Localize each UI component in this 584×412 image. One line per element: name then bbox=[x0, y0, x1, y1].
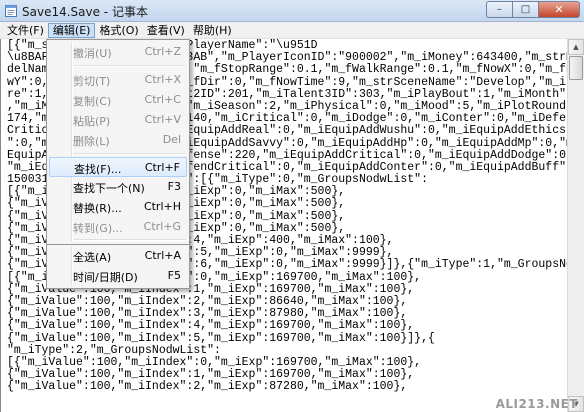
menu-item-label: 撤消(U) bbox=[73, 47, 112, 60]
text-line: {"m_iValue":100,"m_iIndex":4,"m_iExp":16… bbox=[7, 319, 415, 333]
menu-item-shortcut: Ctrl+V bbox=[144, 113, 181, 126]
site-watermark: ALI213.NET bbox=[495, 397, 578, 411]
text-line: {"m_iValue":100,"m_iIndex":5,"m_iExp":16… bbox=[7, 331, 435, 345]
menu-item-shortcut: Ctrl+Z bbox=[144, 45, 181, 58]
edit-menu-dropdown-lower: 全选(A) Ctrl+A 时间/日期(D) F5 bbox=[46, 245, 190, 289]
menu-item-shortcut: F5 bbox=[167, 269, 181, 282]
minimize-button[interactable]: – bbox=[486, 1, 512, 18]
menu-item-label: 查找下一个(N) bbox=[73, 182, 145, 195]
menu-item-label: 替换(R)... bbox=[73, 202, 122, 215]
maximize-icon: □ bbox=[520, 4, 531, 15]
menu-item-delete[interactable]: 删除(L) Del bbox=[49, 130, 187, 150]
edit-menu-dropdown: 撤消(U) Ctrl+Z 剪切(T) Ctrl+X 复制(C) Ctrl+C 粘… bbox=[46, 39, 190, 245]
menu-item-label: 剪切(T) bbox=[73, 75, 111, 88]
menu-item-find[interactable]: 查找(F)... Ctrl+F bbox=[49, 157, 187, 177]
notepad-icon bbox=[5, 5, 17, 17]
menu-item-shortcut: Ctrl+H bbox=[143, 200, 181, 213]
title-bar[interactable]: Save14.Save - 记事本 – □ ✕ bbox=[0, 0, 584, 22]
menu-item-shortcut: Ctrl+X bbox=[144, 73, 181, 86]
menu-item-shortcut: Ctrl+F bbox=[144, 161, 180, 174]
menu-item-label: 全选(A) bbox=[73, 251, 112, 264]
menu-item-label: 粘贴(P) bbox=[73, 115, 111, 128]
menu-item-copy[interactable]: 复制(C) Ctrl+C bbox=[49, 90, 187, 110]
menu-item-paste[interactable]: 粘贴(P) Ctrl+V bbox=[49, 110, 187, 130]
menu-item-label: 时间/日期(D) bbox=[73, 271, 138, 284]
menu-item-find-next[interactable]: 查找下一个(N) F3 bbox=[49, 177, 187, 197]
menu-format[interactable]: 格式(O) bbox=[95, 23, 142, 38]
menu-item-shortcut: Del bbox=[162, 133, 181, 146]
menu-item-label: 转到(G)... bbox=[73, 222, 123, 235]
menu-item-cut[interactable]: 剪切(T) Ctrl+X bbox=[49, 70, 187, 90]
menu-item-time-date[interactable]: 时间/日期(D) F5 bbox=[49, 266, 187, 286]
minimize-icon: – bbox=[497, 4, 502, 15]
menu-item-label: 删除(L) bbox=[73, 135, 110, 148]
menu-view[interactable]: 查看(V) bbox=[143, 23, 189, 38]
menu-separator bbox=[74, 65, 186, 67]
menu-edit[interactable]: 编辑(E) bbox=[47, 22, 96, 38]
vertical-scrollbar[interactable]: ▲ ▼ bbox=[567, 39, 584, 412]
scroll-thumb[interactable] bbox=[569, 56, 583, 80]
menu-bar: 文件(F) 编辑(E) 格式(O) 查看(V) 帮助(H) bbox=[0, 22, 584, 39]
menu-item-shortcut: Ctrl+C bbox=[144, 93, 181, 106]
menu-file[interactable]: 文件(F) bbox=[3, 23, 48, 38]
close-icon: ✕ bbox=[554, 3, 564, 16]
close-button[interactable]: ✕ bbox=[538, 1, 580, 18]
menu-item-label: 复制(C) bbox=[73, 95, 112, 108]
scroll-up-button[interactable]: ▲ bbox=[568, 39, 584, 55]
menu-item-shortcut: Ctrl+G bbox=[143, 220, 181, 233]
window-controls: – □ ✕ bbox=[486, 1, 580, 19]
menu-item-goto[interactable]: 转到(G)... Ctrl+G bbox=[49, 217, 187, 237]
menu-item-shortcut: F3 bbox=[167, 180, 181, 193]
scroll-up-icon: ▲ bbox=[573, 43, 579, 51]
menu-help[interactable]: 帮助(H) bbox=[189, 23, 236, 38]
menu-separator bbox=[74, 153, 186, 155]
text-line: {"m_iValue":100,"m_iIndex":2,"m_iExp":87… bbox=[7, 380, 408, 394]
menu-item-select-all[interactable]: 全选(A) Ctrl+A bbox=[49, 246, 187, 266]
menu-item-shortcut: Ctrl+A bbox=[144, 249, 181, 262]
maximize-button[interactable]: □ bbox=[512, 1, 538, 18]
window-title: Save14.Save - 记事本 bbox=[22, 5, 148, 19]
menu-separator bbox=[74, 239, 186, 241]
menu-item-undo[interactable]: 撤消(U) Ctrl+Z bbox=[49, 42, 187, 62]
menu-item-replace[interactable]: 替换(R)... Ctrl+H bbox=[49, 197, 187, 217]
menu-item-label: 查找(F)... bbox=[74, 163, 122, 176]
